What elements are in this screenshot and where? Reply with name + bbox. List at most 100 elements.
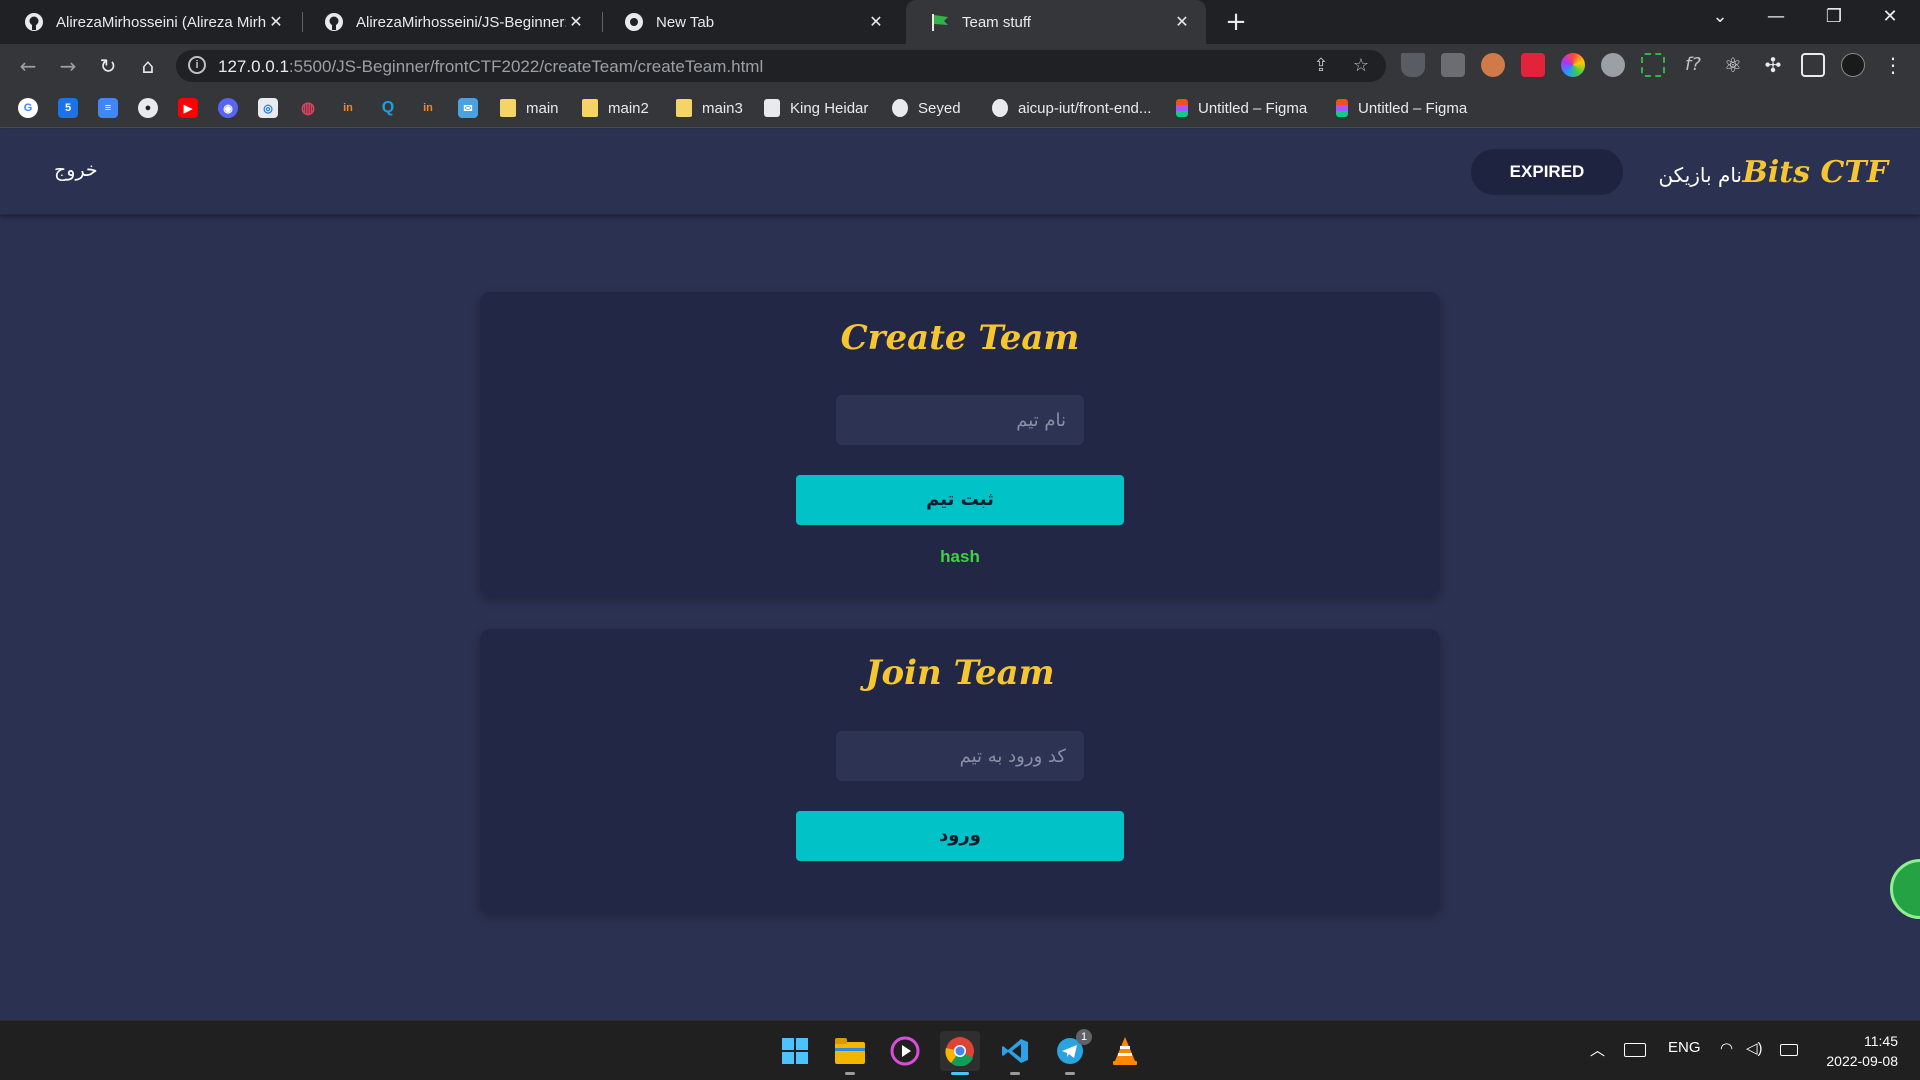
windows-start-icon[interactable] [775, 1031, 815, 1071]
menu-kebab-icon[interactable]: ⋮ [1881, 53, 1905, 77]
site-info-icon[interactable]: i [188, 56, 206, 74]
tab-title: AlirezaMirhosseini (Alireza Mirhosseini) [56, 13, 266, 31]
browser-tab-strip: AlirezaMirhosseini (Alireza Mirhosseini)… [0, 0, 1920, 44]
page: Bits CTF نام بازیکن EXPIRED خروج Create … [0, 129, 1920, 1020]
join-team-card: Join Team ورود [480, 629, 1440, 913]
profile-avatar[interactable] [1841, 53, 1865, 77]
side-panel-icon[interactable] [1801, 53, 1825, 77]
screenshot-extension-icon[interactable] [1641, 53, 1665, 77]
fingerprint-icon[interactable]: ◍ [298, 98, 318, 118]
bookmark-figma-1[interactable]: Untitled – Figma [1176, 98, 1307, 118]
restore-button[interactable]: ❐ [1814, 6, 1854, 27]
keyboard-icon[interactable] [1624, 1043, 1646, 1057]
bookmark-seyed[interactable]: Seyed [892, 98, 961, 118]
bookmark-figma-2[interactable]: Untitled – Figma [1336, 98, 1467, 118]
extensions-puzzle-icon[interactable]: ✣ [1761, 53, 1785, 77]
bookmark-star-icon[interactable]: ☆ [1350, 55, 1372, 77]
color-picker-extension-icon[interactable] [1561, 53, 1585, 77]
mail-icon[interactable]: ✉ [458, 98, 478, 118]
tab-github-repo[interactable]: AlirezaMirhosseini/JS-Beginner: s ✕ [300, 0, 600, 44]
join-team-title: Join Team [865, 653, 1055, 693]
tab-search-icon[interactable]: ⌄ [1700, 6, 1740, 27]
join-team-button[interactable]: ورود [796, 811, 1124, 861]
reload-icon[interactable]: ↻ [94, 52, 122, 80]
chrome-icon [624, 12, 644, 32]
site-icon[interactable]: in [418, 98, 438, 118]
close-icon[interactable]: ✕ [566, 12, 586, 32]
new-tab-button[interactable]: + [1222, 8, 1250, 36]
google-docs-icon[interactable]: ≡ [98, 98, 118, 118]
figma-icon [1336, 99, 1348, 117]
close-icon[interactable]: ✕ [266, 12, 286, 32]
font-extension-icon[interactable]: f? [1681, 53, 1705, 77]
forward-icon[interactable]: → [54, 52, 82, 80]
chevron-up-icon[interactable]: ︿ [1590, 1039, 1605, 1060]
google-icon[interactable]: G [18, 98, 38, 118]
bookmark-aicup[interactable]: aicup-iut/front-end... [992, 98, 1151, 118]
bookmark-king-heidar[interactable]: King Heidar [764, 98, 868, 118]
chrome-icon[interactable] [940, 1031, 980, 1075]
team-code-input[interactable] [836, 731, 1084, 781]
url-text[interactable]: 127.0.0.1:5500/JS-Beginner/frontCTF2022/… [218, 57, 763, 77]
react-devtools-icon[interactable]: ⚛ [1721, 53, 1745, 77]
language-indicator[interactable]: ENG [1668, 1039, 1701, 1056]
running-indicator [1065, 1072, 1075, 1075]
vscode-icon[interactable] [995, 1031, 1035, 1075]
discord-icon[interactable]: ◉ [218, 98, 238, 118]
running-indicator [1010, 1072, 1020, 1075]
site-icon[interactable]: in [338, 98, 358, 118]
vlc-icon[interactable] [1105, 1031, 1145, 1071]
os-taskbar: 1 ︿ ENG ◠ ◁) 11:45 2022-09-08 [0, 1020, 1920, 1080]
home-icon[interactable]: ⌂ [134, 52, 162, 80]
system-clock[interactable]: 11:45 2022-09-08 [1826, 1031, 1898, 1071]
q-site-icon[interactable]: Q [378, 98, 398, 118]
minimize-button[interactable]: — [1756, 6, 1796, 27]
bookmark-main3[interactable]: main3 [676, 98, 743, 118]
player-name: نام بازیکن [1658, 163, 1742, 187]
bookmark-main[interactable]: main [500, 98, 559, 118]
wifi-icon[interactable]: ◠ [1720, 1039, 1733, 1057]
floating-widget[interactable] [1890, 859, 1920, 919]
github-icon [992, 99, 1008, 117]
share-icon[interactable]: ⇪ [1310, 55, 1332, 77]
battery-icon[interactable] [1780, 1044, 1798, 1056]
volume-icon[interactable]: ◁) [1746, 1039, 1763, 1057]
google-calendar-icon[interactable]: 5 [58, 98, 78, 118]
flag-icon [930, 12, 950, 32]
tab-github-profile[interactable]: AlirezaMirhosseini (Alireza Mirhosseini)… [0, 0, 300, 44]
clock-time: 11:45 [1864, 1033, 1898, 1049]
bookmarks-bar: G 5 ≡ ● ▶ ◉ ◎ ◍ in Q in ✉ main main2 mai… [0, 88, 1920, 128]
gear-extension-icon[interactable] [1601, 53, 1625, 77]
youtube-icon[interactable]: ▶ [178, 98, 198, 118]
logout-link[interactable]: خروج [54, 159, 98, 181]
create-team-title: Create Team [840, 318, 1080, 358]
register-team-button[interactable]: ثبت تیم [796, 475, 1124, 525]
team-name-input[interactable] [836, 395, 1084, 445]
address-bar[interactable]: i 127.0.0.1:5500/JS-Beginner/frontCTF202… [176, 50, 1386, 82]
github-icon[interactable]: ● [138, 98, 158, 118]
tab-new-tab[interactable]: New Tab ✕ [600, 0, 900, 44]
owl-extension-icon[interactable] [1481, 53, 1505, 77]
bookmark-main2[interactable]: main2 [582, 98, 649, 118]
github-icon [892, 99, 908, 117]
close-icon[interactable]: ✕ [866, 12, 886, 32]
close-icon[interactable]: ✕ [1172, 12, 1192, 32]
brand-logo[interactable]: Bits CTF [1743, 155, 1888, 190]
media-player-icon[interactable] [885, 1031, 925, 1071]
site-icon[interactable]: ◎ [258, 98, 278, 118]
running-indicator [845, 1072, 855, 1075]
file-explorer-icon[interactable] [830, 1031, 870, 1075]
telegram-icon[interactable]: 1 [1050, 1029, 1092, 1075]
tab-title: New Tab [656, 13, 715, 31]
site-navbar: Bits CTF نام بازیکن EXPIRED خروج [0, 129, 1920, 215]
shield-extension-icon[interactable] [1401, 53, 1425, 77]
folder-icon [500, 99, 516, 117]
mail-extension-icon[interactable] [1441, 53, 1465, 77]
notification-badge: 1 [1076, 1029, 1092, 1045]
youtube-extension-icon[interactable] [1521, 53, 1545, 77]
tab-team-stuff[interactable]: Team stuff ✕ [906, 0, 1206, 44]
folder-icon [676, 99, 692, 117]
window-close-button[interactable]: ✕ [1870, 6, 1910, 27]
back-icon[interactable]: ← [14, 52, 42, 80]
tab-title: Team stuff [962, 13, 1031, 31]
